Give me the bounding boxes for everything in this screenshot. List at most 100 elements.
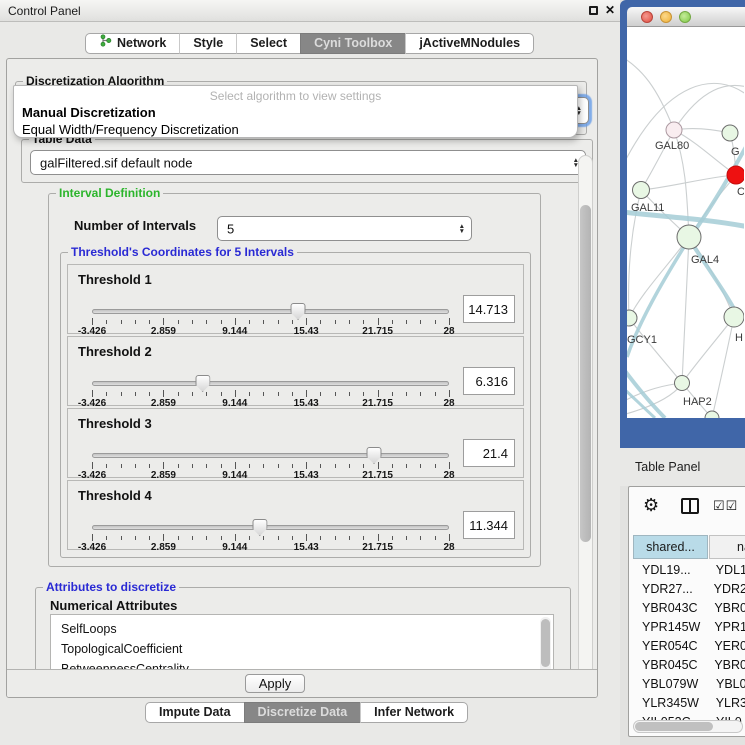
tick-mark	[149, 320, 150, 324]
tick-mark	[178, 320, 179, 324]
apply-button[interactable]: Apply	[245, 674, 305, 693]
tick-mark	[149, 392, 150, 396]
tick-mark	[406, 464, 407, 468]
tick-mark	[106, 536, 107, 540]
threshold-value-field[interactable]: 14.713	[463, 295, 515, 323]
slider-track[interactable]	[92, 453, 449, 458]
tab[interactable]: Infer Network	[360, 702, 468, 723]
combo-value: galFiltered.sif default node	[40, 155, 192, 170]
scrollbar-thumb[interactable]	[580, 205, 591, 542]
slider-track[interactable]	[92, 309, 449, 314]
tick-mark	[292, 536, 293, 540]
tick-mark	[335, 464, 336, 468]
minimize-traffic-light-icon[interactable]	[660, 11, 672, 23]
column-header-name[interactable]: na	[709, 535, 745, 559]
network-node[interactable]	[722, 125, 738, 141]
threshold-slider[interactable]: -3.4262.8599.14415.4321.71528	[92, 304, 449, 334]
tick-mark	[121, 536, 122, 540]
scrollbar-thumb[interactable]	[635, 722, 713, 731]
tab[interactable]: Select	[236, 33, 300, 54]
tick-mark	[221, 464, 222, 468]
slider-track[interactable]	[92, 525, 449, 530]
tab[interactable]: Style	[179, 33, 236, 54]
network-node[interactable]	[727, 166, 744, 184]
tab[interactable]: jActiveMNodules	[405, 33, 534, 54]
threshold-value-field[interactable]: 21.4	[463, 439, 515, 467]
cell-shared-name: YER054C	[633, 637, 706, 656]
tick-mark	[192, 392, 193, 396]
threshold-slider[interactable]: -3.4262.8599.14415.4321.71528	[92, 448, 449, 478]
cell-name: YBL0	[708, 675, 745, 694]
dropdown-item-equal-width[interactable]: Equal Width/Frequency Discretization	[22, 122, 239, 137]
slider-thumb[interactable]	[367, 447, 382, 464]
gear-icon[interactable]: ⚙	[643, 495, 659, 516]
tab[interactable]: Cyni Toolbox	[300, 33, 405, 54]
network-node[interactable]	[675, 376, 690, 391]
tick-mark	[135, 464, 136, 468]
tick-mark	[378, 318, 379, 325]
tab[interactable]: Discretize Data	[244, 702, 361, 723]
network-node[interactable]	[666, 122, 682, 138]
number-of-intervals-combobox[interactable]: 5 ▲▼	[217, 216, 472, 241]
dropdown-item-manual-discretization[interactable]: Manual Discretization	[22, 105, 156, 120]
cyni-toolbox-content: Discretization Algorithm ▲▼ Select algor…	[6, 58, 598, 698]
float-window-icon[interactable]	[589, 6, 598, 15]
table-toolbar: ⚙ ☑☑	[629, 487, 745, 531]
close-traffic-light-icon[interactable]	[641, 11, 653, 23]
tick-mark	[235, 462, 236, 469]
slider-thumb[interactable]	[291, 303, 306, 320]
cell-shared-name: YDR27...	[633, 580, 706, 599]
threshold-slider[interactable]: -3.4262.8599.14415.4321.71528	[92, 520, 449, 550]
tick-mark	[306, 462, 307, 469]
network-window-titlebar[interactable]	[627, 7, 745, 27]
table-row[interactable]: YBL079W YBL0	[633, 675, 745, 694]
tick-mark	[263, 392, 264, 396]
tick-mark	[363, 464, 364, 468]
table-horizontal-scrollbar[interactable]	[633, 720, 743, 733]
tick-mark	[363, 536, 364, 540]
tick-mark	[320, 464, 321, 468]
tick-mark	[363, 392, 364, 396]
table-row[interactable]: YER054C YER0	[633, 637, 745, 656]
content-scrollbar[interactable]	[578, 155, 593, 695]
table-row[interactable]: YBR043C YBR0	[633, 599, 745, 618]
slider-thumb[interactable]	[195, 375, 210, 392]
slider-thumb[interactable]	[252, 519, 267, 536]
table-data-combobox[interactable]: galFiltered.sif default node ▲▼	[30, 150, 586, 175]
table-row[interactable]: YBR045C YBR0	[633, 656, 745, 675]
network-node[interactable]	[627, 310, 637, 326]
tab[interactable]: Impute Data	[145, 702, 244, 723]
split-columns-icon[interactable]	[681, 498, 699, 514]
cell-shared-name: YBL079W	[633, 675, 708, 694]
threshold-slider[interactable]: -3.4262.8599.14415.4321.71528	[92, 376, 449, 406]
tab[interactable]: Network	[85, 33, 179, 54]
list-item[interactable]: SelfLoops	[51, 615, 553, 639]
node-label: GCY1	[627, 334, 657, 346]
network-node[interactable]	[677, 225, 701, 249]
slider-track[interactable]	[92, 381, 449, 386]
node-label: HAP2	[683, 396, 712, 408]
table-panel: ⚙ ☑☑ shared... na YDL19... YDL1 YDR27...…	[628, 486, 745, 737]
threshold-value-field[interactable]: 11.344	[463, 511, 515, 539]
table-row[interactable]: YDR27... YDR2	[633, 580, 745, 599]
zoom-traffic-light-icon[interactable]	[679, 11, 691, 23]
network-node[interactable]	[633, 182, 650, 199]
checkbox-columns-icon[interactable]: ☑☑	[713, 498, 738, 514]
tick-mark	[206, 392, 207, 396]
tick-mark	[163, 318, 164, 325]
threshold-value-field[interactable]: 6.316	[463, 367, 515, 395]
table-row[interactable]: YLR345W YLR3	[633, 694, 745, 713]
close-icon[interactable]: ✕	[605, 3, 615, 17]
tick-label: 15.43	[294, 542, 319, 553]
cell-name: YDR2	[706, 580, 745, 599]
table-row[interactable]: YDL19... YDL1	[633, 561, 745, 580]
tick-mark	[235, 318, 236, 325]
tab-label: Cyni Toolbox	[314, 34, 392, 53]
list-item[interactable]: TopologicalCoefficient	[51, 639, 553, 659]
column-header-shared[interactable]: shared...	[633, 535, 708, 559]
network-canvas[interactable]: GAL80GCGAL11GAL4GCY1HHAP2	[627, 27, 745, 418]
tick-mark	[449, 318, 450, 325]
network-node[interactable]	[724, 307, 744, 327]
table-row[interactable]: YPR145W YPR1	[633, 618, 745, 637]
scrollbar-thumb[interactable]	[541, 619, 550, 667]
